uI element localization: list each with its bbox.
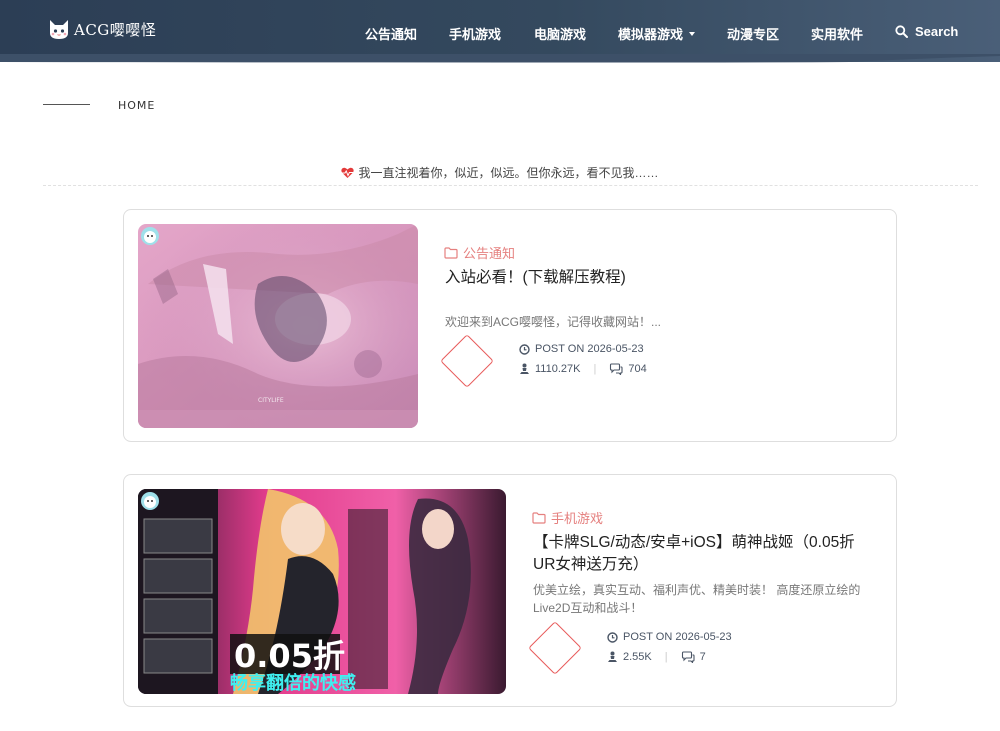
nav-item-announcements[interactable]: 公告通知 [365,24,417,43]
clock-icon [607,631,618,643]
thumbnail-watermark: CITYLIFE [258,397,284,404]
folder-icon [444,246,458,259]
post-views: 1110.27K [535,363,581,375]
cat-logo-icon [50,20,68,39]
post-comments: 7 [699,651,706,663]
nav-item-emulator-games-label: 模拟器游戏 [618,27,684,42]
post-thumbnail[interactable]: CITYLIFE [138,224,418,428]
post-date: POST ON 2026-05-23 [535,343,644,355]
notice-bar: 我一直注视着你，似近，似远。但你永远，看不见我…… [0,164,1000,181]
post-counts-row: 1110.27K | 704 [519,359,647,379]
folder-icon [532,511,546,524]
thumbnail-sub-text: 畅享翻倍的快感 [230,672,356,694]
post-views: 2.55K [623,651,652,663]
breadcrumb-line [43,104,90,105]
stats-separator: | [664,651,668,663]
post-excerpt: 优美立绘，真实互动、福利声优、精美时装！ 高度还原立绘的Live2D互动和战斗！ [533,583,861,615]
post-thumbnail-image: 0.05折 畅享翻倍的快感 [138,489,506,694]
post-category[interactable]: 公告通知 [444,243,515,262]
stats-separator: | [593,363,597,375]
dropdown-caret-icon [689,31,696,36]
site-header: ACG嘤嘤怪 公告通知 手机游戏 电脑游戏 模拟器游戏 动漫专区 实用软件 Se… [0,0,1000,62]
post-excerpt: 欢迎来到ACG嘤嘤怪，记得收藏网站！... [445,315,662,329]
post-title[interactable]: 入站必看！(下载解压教程) [445,267,875,289]
post-date-row: POST ON 2026-05-23 [519,339,647,359]
post-category-label: 手机游戏 [551,511,604,526]
breadcrumb-home[interactable]: HOME [118,99,155,112]
post-category-label: 公告通知 [463,246,516,261]
search-button[interactable]: Search [895,24,958,39]
views-icon [520,363,529,374]
search-label: Search [915,24,959,39]
views-icon [608,651,617,662]
post-counts-row: 2.55K | 7 [607,647,732,667]
logo-text: ACG嘤嘤怪 [74,20,157,39]
nav-item-pc-games[interactable]: 电脑游戏 [534,24,586,43]
nav-item-mobile-games[interactable]: 手机游戏 [449,24,501,43]
nav-item-software[interactable]: 实用软件 [811,24,863,43]
post-date-row: POST ON 2026-05-23 [607,627,732,647]
post-title[interactable]: 【卡牌SLG/动态/安卓+iOS】萌神战姬（0.05折UR女神送万充） [533,532,863,576]
nav-item-anime[interactable]: 动漫专区 [727,24,779,43]
thumbnail-big-text: 0.05折 [234,637,345,675]
post-comments: 704 [628,363,647,375]
post-stats: POST ON 2026-05-23 2.55K | 7 [607,627,732,667]
nav-item-emulator-games[interactable]: 模拟器游戏 [618,24,696,43]
search-icon [895,25,908,38]
clock-icon [519,343,530,355]
post-category[interactable]: 手机游戏 [532,508,603,527]
post-date: POST ON 2026-05-23 [623,631,732,643]
post-thumbnail-image: CITYLIFE [138,224,418,428]
post-thumbnail[interactable]: 0.05折 畅享翻倍的快感 [138,489,506,694]
heartbeat-icon [341,167,355,178]
notice-text: 我一直注视着你，似近，似远。但你永远，看不见我…… [358,166,659,180]
notice-divider [43,185,978,186]
comments-icon [681,651,695,663]
site-logo[interactable]: ACG嘤嘤怪 [48,17,156,41]
header-wave-decoration [0,54,1000,63]
comments-icon [610,363,623,375]
post-stats: POST ON 2026-05-23 1110.27K | 704 [519,339,647,379]
